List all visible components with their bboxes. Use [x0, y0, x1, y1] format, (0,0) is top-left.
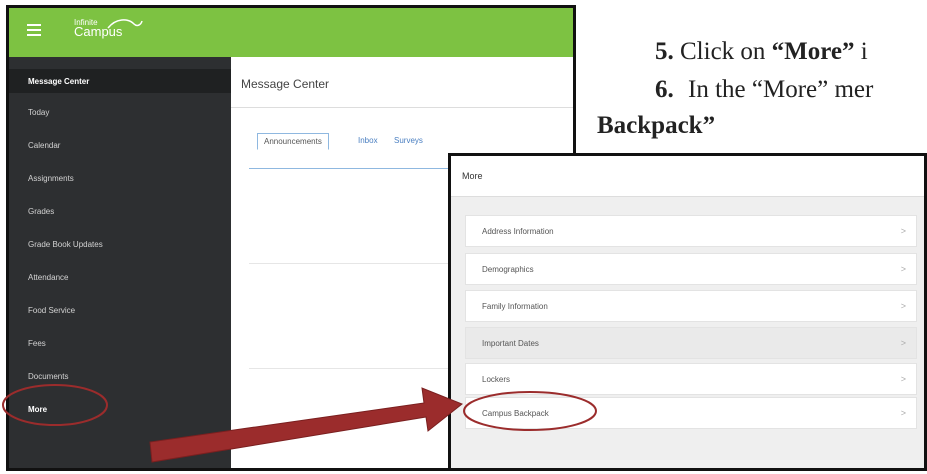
campus-backpack-highlight-circle — [463, 391, 597, 431]
more-highlight-circle — [2, 384, 108, 426]
arrow-icon — [149, 387, 463, 463]
annotation-overlay — [2, 384, 597, 463]
